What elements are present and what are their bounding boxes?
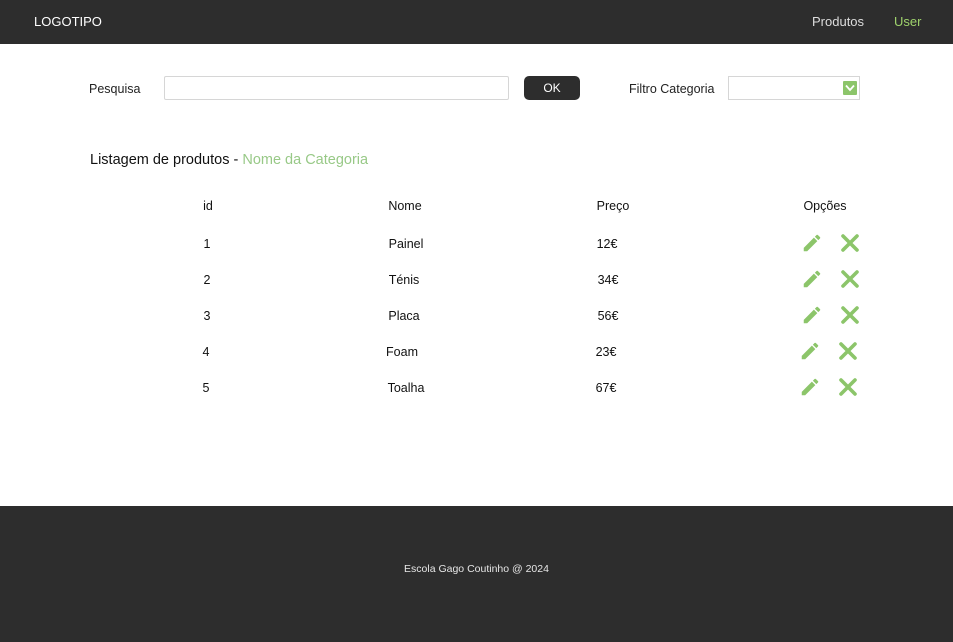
listing-title-prefix: Listagem de produtos -	[90, 152, 243, 168]
row-preco: 56€	[597, 309, 619, 323]
logo[interactable]: LOGOTIPO	[34, 14, 102, 29]
footer: Escola Gago Coutinho @ 2024	[0, 506, 953, 642]
delete-close-icon[interactable]	[837, 340, 859, 362]
search-label: Pesquisa	[89, 82, 141, 96]
column-header-id: id	[203, 199, 213, 213]
listing-title: Listagem de produtos - Nome da Categoria	[90, 152, 368, 168]
listing-category-name: Nome da Categoria	[242, 152, 369, 168]
search-input[interactable]	[164, 76, 509, 100]
row-id: 2	[203, 273, 211, 287]
row-nome: Painel	[388, 237, 424, 251]
row-nome: Foam	[386, 345, 418, 359]
column-header-opcoes: Opções	[803, 199, 847, 213]
filter-category-label: Filtro Categoria	[629, 82, 715, 96]
row-id: 5	[202, 381, 210, 395]
row-preco: 67€	[595, 381, 617, 395]
row-id: 3	[203, 309, 211, 323]
edit-pencil-icon[interactable]	[801, 268, 823, 290]
category-filter-select[interactable]	[728, 76, 860, 100]
column-header-preco: Preço	[596, 199, 630, 213]
delete-close-icon[interactable]	[837, 376, 859, 398]
edit-pencil-icon[interactable]	[801, 232, 823, 254]
footer-copyright: Escola Gago Coutinho @ 2024	[404, 563, 549, 575]
row-preco: 12€	[596, 237, 618, 251]
edit-pencil-icon[interactable]	[799, 376, 821, 398]
row-id: 1	[203, 237, 211, 251]
row-id: 4	[202, 345, 210, 359]
row-preco: 34€	[597, 273, 619, 287]
nav-link-produtos[interactable]: Produtos	[812, 14, 864, 29]
row-nome: Toalha	[387, 381, 425, 395]
edit-pencil-icon[interactable]	[799, 340, 821, 362]
nav-link-user[interactable]: User	[894, 14, 921, 29]
row-nome: Placa	[388, 309, 420, 323]
top-navbar: LOGOTIPO Produtos User	[0, 0, 953, 44]
chevron-down-icon[interactable]	[843, 81, 857, 95]
column-header-nome: Nome	[388, 199, 422, 213]
delete-close-icon[interactable]	[839, 304, 861, 326]
row-preco: 23€	[595, 345, 617, 359]
ok-button[interactable]: OK	[524, 76, 580, 100]
delete-close-icon[interactable]	[839, 232, 861, 254]
row-nome: Ténis	[388, 273, 420, 287]
edit-pencil-icon[interactable]	[801, 304, 823, 326]
delete-close-icon[interactable]	[839, 268, 861, 290]
